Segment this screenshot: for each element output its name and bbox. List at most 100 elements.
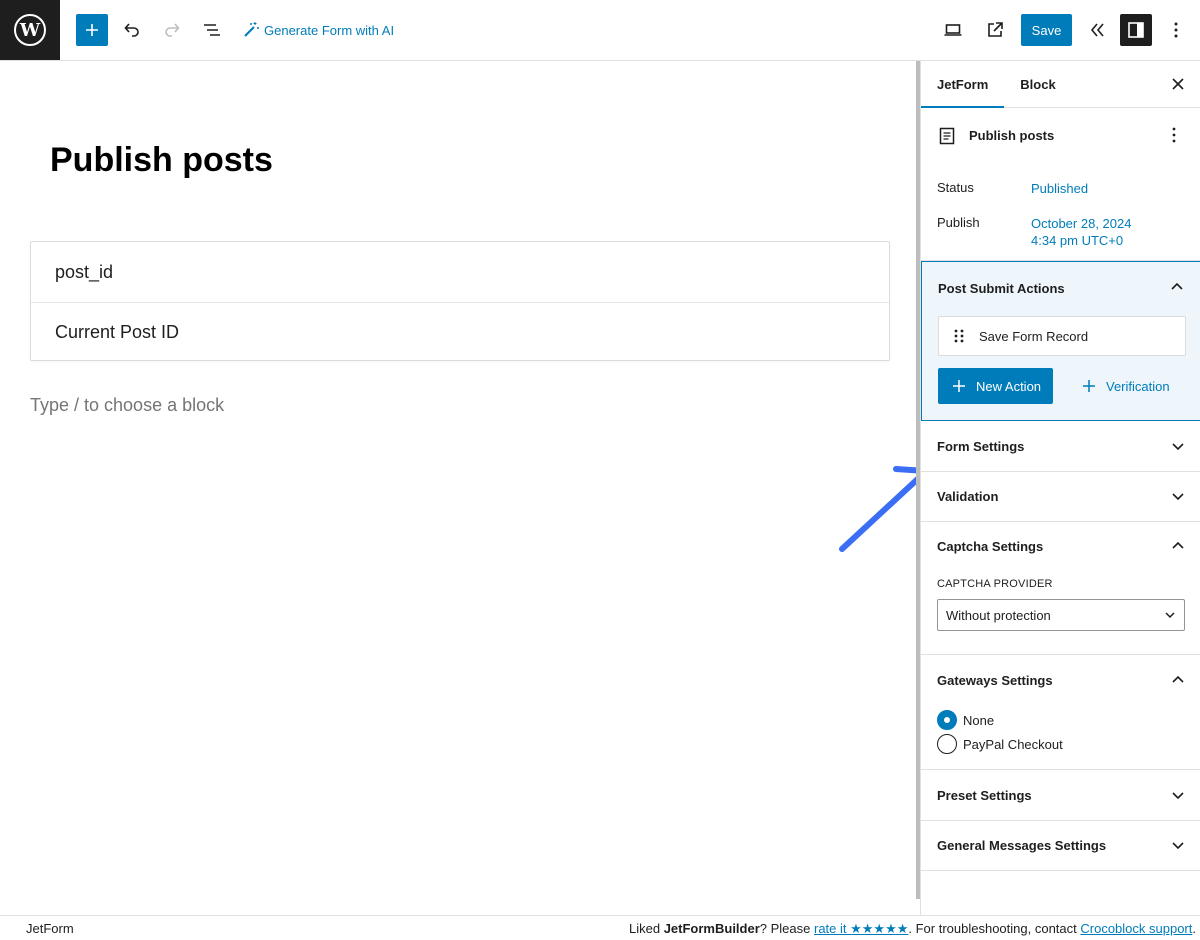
laptop-icon xyxy=(944,24,962,36)
captcha-provider-select[interactable]: Without protection xyxy=(937,599,1185,631)
view-post-button[interactable] xyxy=(979,14,1011,46)
captcha-settings-title: Captcha Settings xyxy=(937,539,1044,554)
redo-icon xyxy=(165,23,180,37)
field-row-name[interactable]: post_id xyxy=(31,242,889,302)
list-view-icon xyxy=(204,24,220,36)
undo-icon xyxy=(124,23,139,37)
wordpress-logo-button[interactable]: W xyxy=(0,0,60,60)
chevron-down-icon xyxy=(1172,842,1184,850)
close-icon[interactable] xyxy=(1170,76,1186,92)
collapse-toolbar-button[interactable] xyxy=(1081,14,1113,46)
gateway-option-label: None xyxy=(963,712,995,728)
wordpress-icon: W xyxy=(14,14,46,46)
tab-block[interactable]: Block xyxy=(1004,61,1071,108)
block-placeholder[interactable]: Type / to choose a block xyxy=(30,395,224,416)
validation-toggle[interactable]: Validation xyxy=(921,471,1200,521)
general-messages-panel: General Messages Settings xyxy=(921,820,1200,871)
publish-label: Publish xyxy=(937,215,980,230)
chevron-up-icon[interactable] xyxy=(1170,280,1184,294)
add-block-button[interactable] xyxy=(76,14,108,46)
chevron-down-icon xyxy=(1165,612,1175,619)
footer-end: . xyxy=(1192,921,1196,936)
preset-settings-panel: Preset Settings xyxy=(921,770,1200,821)
plus-icon xyxy=(86,24,98,36)
footer-please: ? Please xyxy=(759,921,814,936)
general-messages-toggle[interactable]: General Messages Settings xyxy=(921,820,1200,870)
crocoblock-support-link[interactable]: Crocoblock support xyxy=(1080,921,1192,936)
gateways-settings-title: Gateways Settings xyxy=(937,673,1053,688)
radio-button[interactable] xyxy=(937,734,957,754)
gateways-settings-panel: Gateways Settings None PayPal Checkout xyxy=(921,655,1200,770)
form-settings-panel: Form Settings xyxy=(921,421,1200,472)
post-title[interactable]: Publish posts xyxy=(50,141,273,180)
gateway-option-none[interactable]: None xyxy=(937,710,994,730)
drag-handle-icon[interactable] xyxy=(953,328,965,344)
general-messages-title: General Messages Settings xyxy=(937,838,1107,853)
editor-canvas: Publish posts post_id Current Post ID Ty… xyxy=(0,61,929,915)
settings-sidebar: JetForm Block Publish posts Status Publi… xyxy=(920,61,1200,915)
tab-jetform[interactable]: JetForm xyxy=(921,61,1004,108)
settings-sidebar-toggle[interactable] xyxy=(1120,14,1152,46)
form-field-block[interactable]: post_id Current Post ID xyxy=(30,241,890,361)
action-item[interactable]: Save Form Record xyxy=(938,316,1186,356)
captcha-provider-label: CAPTCHA PROVIDER xyxy=(937,578,1053,590)
preset-settings-title: Preset Settings xyxy=(937,788,1032,803)
post-submit-actions-panel: Post Submit Actions Save Form Record New… xyxy=(921,261,1200,421)
footer-message: Liked JetFormBuilder? Please rate it ★★★… xyxy=(629,921,1196,937)
validation-panel: Validation xyxy=(921,471,1200,522)
chevron-down-icon xyxy=(1172,493,1184,501)
verification-label: Verification xyxy=(1106,378,1170,394)
vertical-ellipsis-icon[interactable] xyxy=(1166,126,1182,144)
chevron-up-icon xyxy=(1172,675,1184,683)
footer-product: JetFormBuilder xyxy=(663,921,760,936)
radio-button-checked[interactable] xyxy=(937,710,957,730)
magic-wand-icon xyxy=(244,22,259,37)
undo-button[interactable] xyxy=(116,14,148,46)
status-value[interactable]: Published xyxy=(1031,180,1088,197)
plus-icon xyxy=(953,380,965,392)
captcha-provider-value: Without protection xyxy=(946,607,1051,623)
save-button[interactable]: Save xyxy=(1021,14,1072,46)
publish-date-button[interactable]: October 28, 2024 4:34 pm UTC+0 xyxy=(1031,215,1131,249)
validation-title: Validation xyxy=(937,489,999,504)
summary-title: Publish posts xyxy=(969,128,1055,143)
double-chevron-left-icon xyxy=(1090,23,1104,37)
publish-date: October 28, 2024 xyxy=(1031,216,1132,231)
breadcrumb[interactable]: JetForm xyxy=(26,921,74,936)
captcha-settings-panel: Captcha Settings CAPTCHA PROVIDER Withou… xyxy=(921,521,1200,655)
chevron-down-icon xyxy=(1172,792,1184,800)
form-settings-title: Form Settings xyxy=(937,439,1025,454)
plus-icon xyxy=(1083,380,1095,392)
options-menu-button[interactable] xyxy=(1160,14,1192,46)
preset-settings-toggle[interactable]: Preset Settings xyxy=(921,770,1200,820)
gateways-settings-toggle[interactable]: Gateways Settings xyxy=(921,655,1200,705)
verification-button[interactable]: Verification xyxy=(1082,368,1170,404)
vertical-ellipsis-icon xyxy=(1174,22,1178,38)
external-link-icon xyxy=(988,22,1003,37)
gateway-option-label: PayPal Checkout xyxy=(963,736,1063,752)
chevron-down-icon xyxy=(1172,443,1184,451)
action-item-label: Save Form Record xyxy=(979,328,1089,344)
svg-text:W: W xyxy=(19,20,41,41)
gateway-option-paypal[interactable]: PayPal Checkout xyxy=(937,734,1063,754)
rate-it-link[interactable]: rate it ★★★★★ xyxy=(814,921,908,936)
editor-toolbar: W Generate Form with AI Save xyxy=(0,0,1200,61)
form-settings-toggle[interactable]: Form Settings xyxy=(921,421,1200,471)
footer-liked: Liked xyxy=(629,921,664,936)
new-action-button[interactable]: New Action xyxy=(938,368,1053,404)
sidebar-tabs: JetForm Block xyxy=(921,61,1200,108)
field-row-label[interactable]: Current Post ID xyxy=(31,302,889,362)
document-overview-button[interactable] xyxy=(196,14,228,46)
chevron-up-icon xyxy=(1172,541,1184,549)
document-icon xyxy=(939,127,955,145)
generate-form-ai-button[interactable]: Generate Form with AI xyxy=(242,14,402,46)
status-label: Status xyxy=(937,180,974,195)
captcha-settings-toggle[interactable]: Captcha Settings xyxy=(921,521,1200,571)
new-action-label: New Action xyxy=(976,378,1042,394)
footer-troubleshoot: . For troubleshooting, contact xyxy=(908,921,1081,936)
sidebar-icon xyxy=(1128,22,1144,38)
redo-button[interactable] xyxy=(156,14,188,46)
preview-device-button[interactable] xyxy=(937,14,969,46)
post-summary: Publish posts Status Published Publish O… xyxy=(921,108,1200,261)
post-submit-actions-title[interactable]: Post Submit Actions xyxy=(938,281,1065,296)
